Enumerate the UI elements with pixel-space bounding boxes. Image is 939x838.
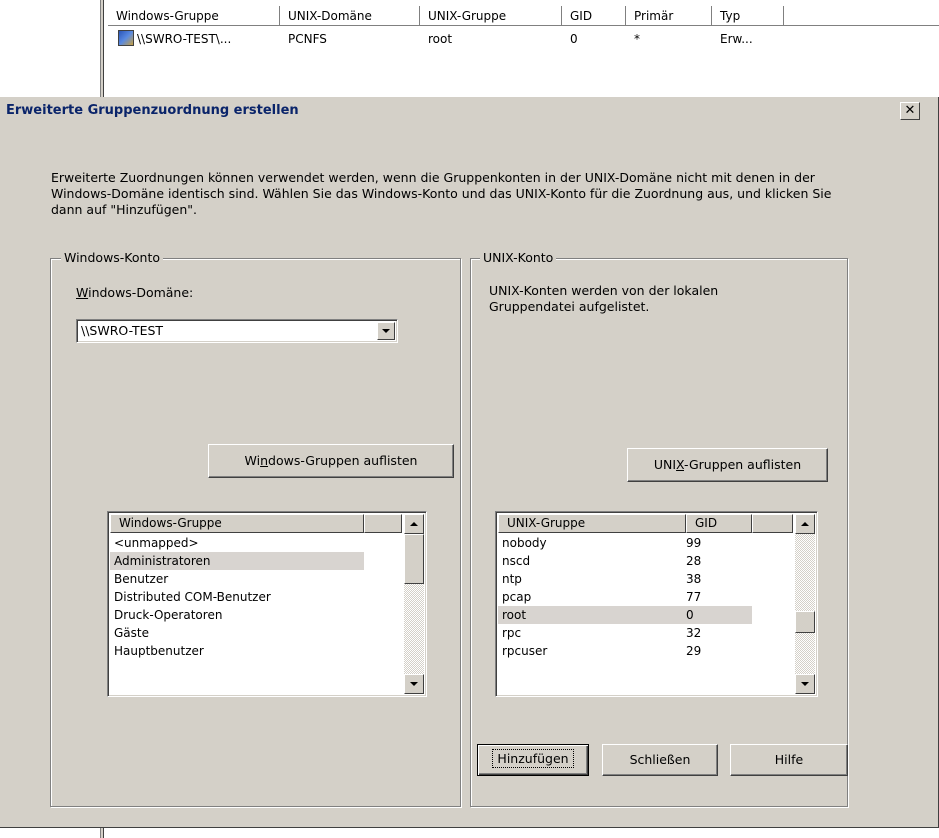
bg-cell-windows-group: \\SWRO-TEST\... bbox=[137, 32, 232, 46]
gid-column-header[interactable]: GID bbox=[686, 514, 752, 533]
list-item[interactable]: Gäste bbox=[110, 624, 404, 642]
close-button[interactable]: Schließen bbox=[602, 744, 718, 776]
list-item[interactable]: rpcuser 29 bbox=[498, 642, 795, 660]
background-list-row[interactable]: \\SWRO-TEST\... PCNFS root 0 * Erw... bbox=[118, 30, 792, 48]
unix-group-scrollbar[interactable] bbox=[795, 514, 815, 694]
help-button[interactable]: Hilfe bbox=[730, 744, 848, 776]
scroll-down-icon[interactable] bbox=[795, 674, 815, 694]
unix-account-legend: UNIX-Konto bbox=[480, 251, 557, 265]
windows-group-column-header[interactable]: Windows-Gruppe bbox=[110, 514, 364, 533]
windows-domain-combobox[interactable]: \\SWRO-TEST bbox=[76, 319, 398, 343]
windows-account-legend: Windows-Konto bbox=[61, 251, 164, 265]
unix-group-list[interactable]: UNIX-Gruppe GID nobody 99 nscd 28 ntp 38 pc… bbox=[495, 511, 818, 697]
bg-col-filler bbox=[784, 6, 939, 26]
bg-cell-unix-domain: PCNFS bbox=[288, 32, 327, 46]
list-item[interactable]: Druck-Operatoren bbox=[110, 606, 404, 624]
list-item[interactable]: rpc 32 bbox=[498, 624, 795, 642]
scrollbar-thumb[interactable] bbox=[795, 611, 815, 633]
list-unix-groups-button[interactable]: UNIX-Gruppen auflisten bbox=[627, 448, 828, 482]
list-item[interactable]: <unmapped> bbox=[110, 534, 404, 552]
windows-domain-label: Windows-Domäne: bbox=[76, 285, 194, 300]
create-group-mapping-dialog: Erweiterte Gruppenzuordnung erstellen ✕ … bbox=[0, 97, 939, 828]
scrollbar-thumb[interactable] bbox=[404, 534, 424, 584]
unix-group-column-header[interactable]: UNIX-Gruppe bbox=[498, 514, 686, 533]
bg-col-primary[interactable]: Primär bbox=[626, 6, 712, 26]
list-item[interactable]: pcap 77 bbox=[498, 588, 795, 606]
bg-cell-unix-group: root bbox=[428, 32, 453, 46]
unix-group-column-filler[interactable] bbox=[752, 514, 793, 533]
add-button[interactable]: Hinzufügen bbox=[477, 744, 589, 776]
bg-cell-gid: 0 bbox=[570, 32, 578, 46]
list-item-selected[interactable]: Administratoren bbox=[110, 552, 364, 570]
windows-group-column-filler[interactable] bbox=[364, 514, 402, 533]
list-windows-groups-button[interactable]: Windows-Gruppen auflisten bbox=[208, 444, 454, 478]
scroll-down-icon[interactable] bbox=[404, 674, 424, 694]
bg-col-unix-domain[interactable]: UNIX-Domäne bbox=[280, 6, 420, 26]
background-list-header: Windows-Gruppe UNIX-Domäne UNIX-Gruppe G… bbox=[108, 6, 939, 26]
windows-group-list[interactable]: Windows-Gruppe <unmapped> Administratore… bbox=[107, 511, 427, 697]
bg-col-unix-group[interactable]: UNIX-Gruppe bbox=[420, 6, 562, 26]
bg-col-windows-group[interactable]: Windows-Gruppe bbox=[108, 6, 280, 26]
dialog-title: Erweiterte Gruppenzuordnung erstellen bbox=[6, 103, 299, 118]
windows-domain-value: \\SWRO-TEST bbox=[81, 323, 164, 338]
scroll-up-icon[interactable] bbox=[795, 514, 815, 534]
bg-cell-type: Erw... bbox=[720, 32, 753, 46]
list-item[interactable]: nscd 28 bbox=[498, 552, 795, 570]
chevron-down-icon[interactable] bbox=[377, 322, 395, 340]
windows-group-items: <unmapped> Administratoren Benutzer Dist… bbox=[110, 534, 404, 660]
unix-account-info: UNIX-Konten werden von der lokalen Grupp… bbox=[489, 283, 719, 314]
list-item[interactable]: Benutzer bbox=[110, 570, 404, 588]
bg-col-gid[interactable]: GID bbox=[562, 6, 626, 26]
windows-group-scrollbar[interactable] bbox=[404, 514, 424, 694]
bg-col-type[interactable]: Typ bbox=[712, 6, 784, 26]
list-item[interactable]: ntp 38 bbox=[498, 570, 795, 588]
windows-group-list-header: Windows-Gruppe bbox=[110, 514, 402, 533]
list-item[interactable]: Distributed COM-Benutzer bbox=[110, 588, 404, 606]
unix-group-items: nobody 99 nscd 28 ntp 38 pcap 77 root 0 rpc 32… bbox=[498, 534, 795, 660]
group-mapping-icon bbox=[118, 30, 134, 46]
close-icon[interactable]: ✕ bbox=[900, 102, 920, 120]
list-item[interactable]: Hauptbenutzer bbox=[110, 642, 404, 660]
unix-group-list-header: UNIX-Gruppe GID bbox=[498, 514, 793, 533]
list-item[interactable]: nobody 99 bbox=[498, 534, 795, 552]
dialog-description: Erweiterte Zuordnungen können verwendet … bbox=[51, 170, 832, 217]
bg-cell-primary: * bbox=[634, 32, 640, 46]
list-item-selected[interactable]: root 0 bbox=[498, 606, 752, 624]
scroll-up-icon[interactable] bbox=[404, 514, 424, 534]
dialog-titlebar[interactable]: Erweiterte Gruppenzuordnung erstellen ✕ bbox=[0, 97, 937, 125]
